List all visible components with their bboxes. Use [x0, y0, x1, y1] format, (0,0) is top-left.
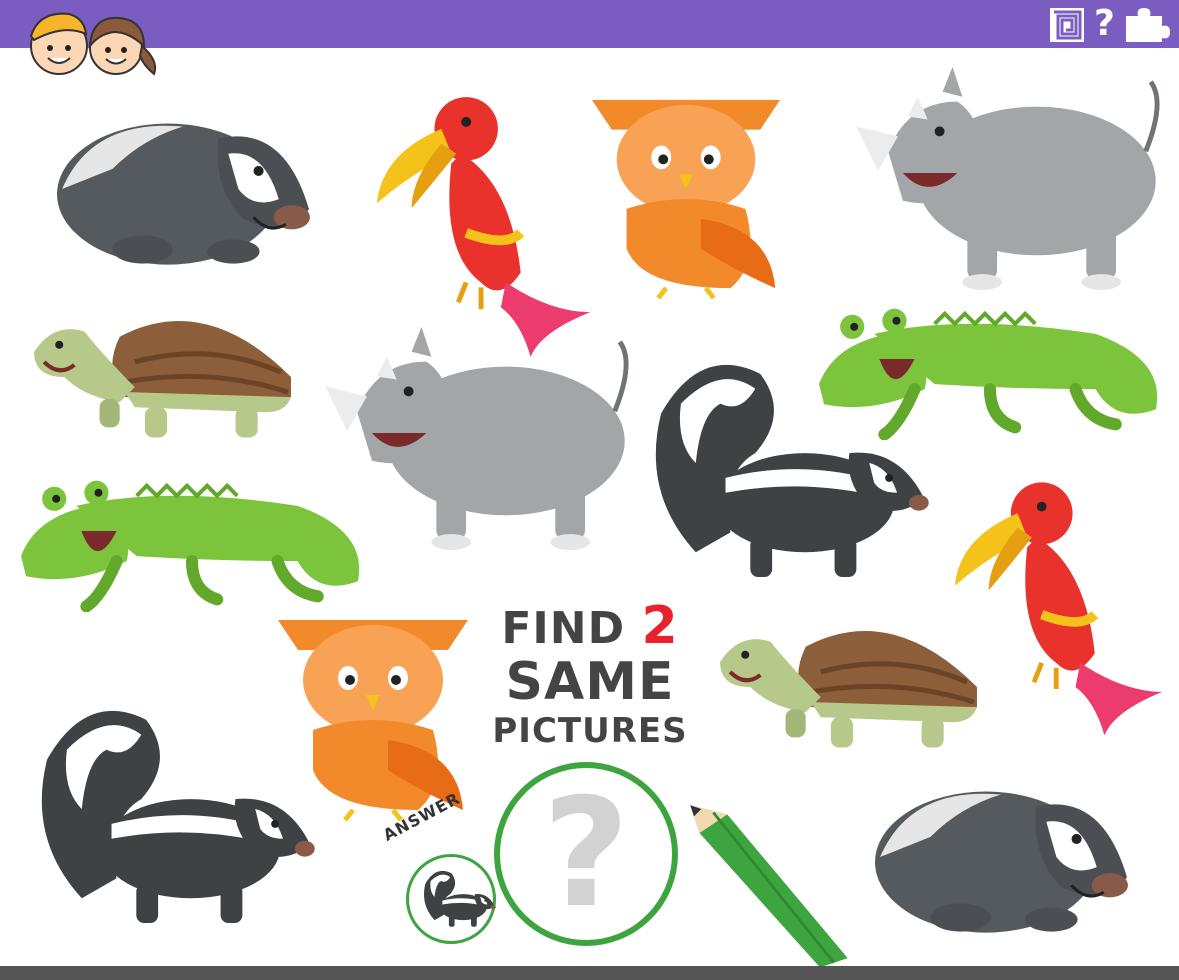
bottom-bar [0, 966, 1179, 980]
puzzle-icon[interactable] [1124, 6, 1172, 44]
title-find: FIND [501, 603, 626, 654]
badger-2[interactable] [870, 766, 1132, 938]
answer-skunk-thumbnail [420, 868, 496, 928]
owl-1[interactable] [582, 88, 790, 300]
top-bar [0, 0, 1179, 48]
maze-icon[interactable] [1048, 6, 1086, 44]
turtle-2[interactable] [710, 616, 982, 758]
crocodile-1[interactable] [814, 288, 1166, 440]
help-icon[interactable]: ? [1094, 4, 1118, 44]
rhino-1[interactable] [848, 62, 1166, 290]
pencil-icon [680, 796, 858, 972]
title-same: SAME [505, 652, 675, 712]
red-bird-2[interactable] [950, 466, 1172, 744]
kids-logo [29, 12, 157, 76]
skunk-2[interactable] [26, 700, 316, 928]
crocodile-2[interactable] [16, 460, 368, 612]
title-count: 2 [641, 596, 679, 656]
answer-placeholder: ? [542, 767, 630, 941]
red-bird-1[interactable] [372, 84, 600, 362]
puzzle-title: FIND 2 SAME PICTURES [490, 600, 690, 748]
title-pictures: PICTURES [492, 711, 688, 751]
turtle-1[interactable] [24, 306, 296, 448]
badger-1[interactable] [52, 98, 314, 270]
